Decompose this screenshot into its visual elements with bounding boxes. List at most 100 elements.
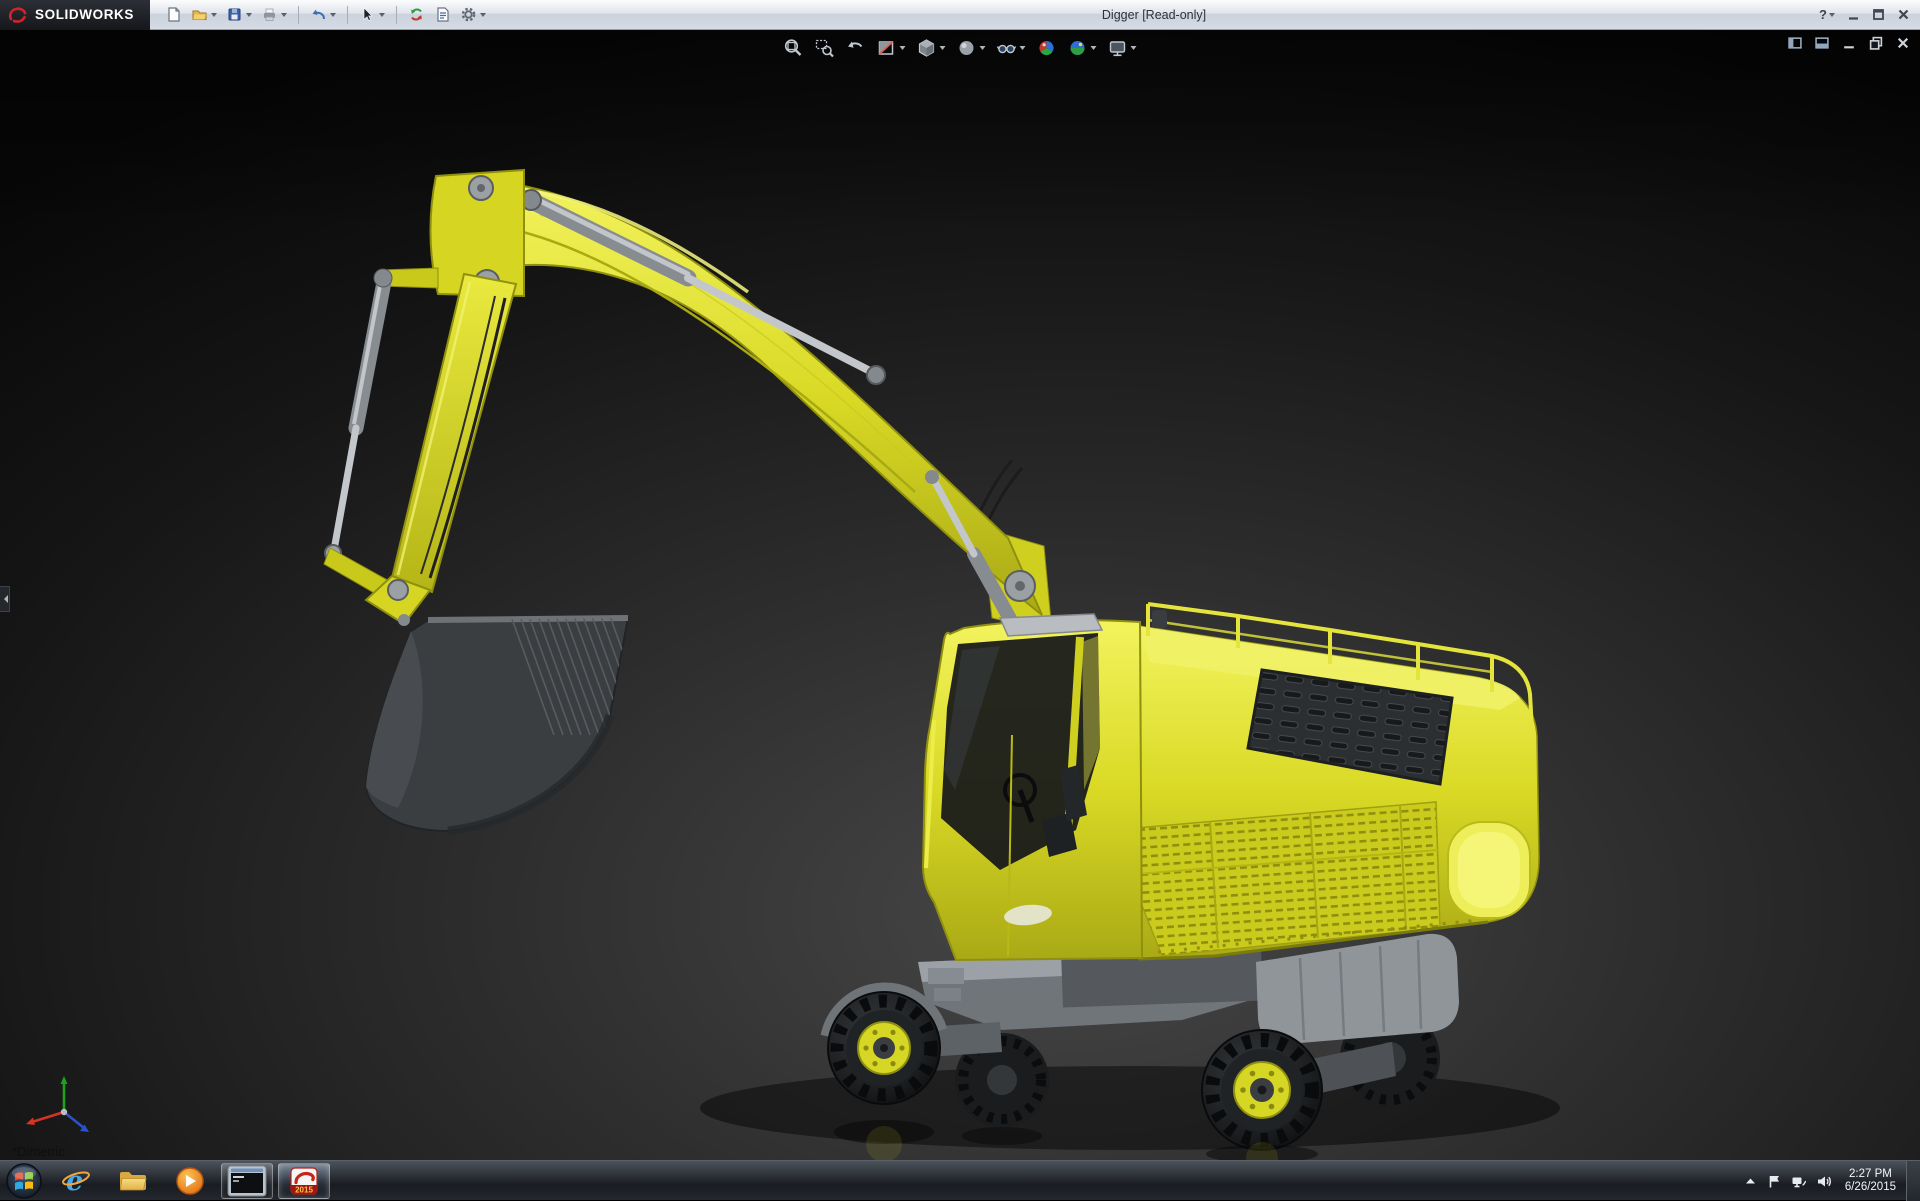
appearance-ball-icon: [1037, 38, 1057, 58]
restore-document-button[interactable]: [1869, 36, 1883, 50]
rebuild-icon: [408, 6, 425, 23]
open-document-button[interactable]: [188, 4, 220, 25]
apply-scene-button[interactable]: [1066, 36, 1099, 60]
x-axis-arrow: [26, 1118, 35, 1126]
save-icon: [226, 6, 243, 23]
section-view-button[interactable]: [875, 36, 908, 60]
help-dropdown[interactable]: [1829, 13, 1835, 17]
windows-start-icon: [5, 1162, 43, 1200]
clock-date: 6/26/2015: [1845, 1181, 1896, 1195]
select-button[interactable]: [356, 4, 388, 25]
graphics-area[interactable]: *Dimetric: [0, 30, 1920, 1160]
file-properties-icon: [434, 6, 451, 23]
volume-icon[interactable]: [1816, 1174, 1832, 1189]
media-player-button[interactable]: [164, 1163, 216, 1199]
glasses-icon: [997, 38, 1017, 58]
view-orientation-button[interactable]: [915, 36, 948, 60]
previous-view-button[interactable]: [844, 36, 868, 60]
internet-explorer-icon: e: [61, 1166, 91, 1196]
maximize-button[interactable]: [1872, 8, 1885, 21]
window-controls: ?: [1819, 7, 1920, 22]
network-icon[interactable]: [1791, 1174, 1807, 1189]
show-desktop-button[interactable]: [1906, 1161, 1920, 1201]
minimize-button[interactable]: [1847, 8, 1860, 21]
toolbar-separator: [347, 6, 348, 24]
print-button[interactable]: [258, 4, 290, 25]
help-glyph: ?: [1819, 7, 1827, 22]
headsup-view-toolbar: [782, 34, 1139, 62]
save-button[interactable]: [223, 4, 255, 25]
cab[interactable]: [923, 614, 1142, 960]
rear-wheel[interactable]: [1202, 1030, 1322, 1150]
taskbar-items: e: [50, 1163, 330, 1199]
previous-view-icon: [846, 38, 866, 58]
zoom-to-fit-icon: [784, 38, 804, 58]
new-document-button[interactable]: [162, 4, 185, 25]
file-properties-button[interactable]: [431, 4, 454, 25]
zoom-to-area-button[interactable]: [813, 36, 837, 60]
command-prompt-icon: [227, 1165, 267, 1197]
svg-text:2015: 2015: [295, 1185, 313, 1194]
help-button[interactable]: ?: [1819, 7, 1835, 22]
document-window-controls: [1788, 36, 1910, 50]
hide-show-items-button[interactable]: [995, 36, 1028, 60]
front-wheel[interactable]: [828, 992, 940, 1104]
show-bottom-pane-icon[interactable]: [1815, 36, 1829, 50]
solidworks-2015-icon: 2015: [289, 1166, 319, 1196]
view-settings-button[interactable]: [1106, 36, 1139, 60]
standard-toolbar: [150, 4, 489, 25]
display-style-button[interactable]: [955, 36, 988, 60]
gear-icon: [460, 6, 477, 23]
solidworks-2015-button[interactable]: 2015: [278, 1163, 330, 1199]
folder-icon: [118, 1168, 148, 1193]
view-orientation-dropdown[interactable]: [940, 46, 946, 50]
open-dropdown[interactable]: [211, 13, 217, 17]
view-orientation-label: *Dimetric: [12, 1144, 65, 1159]
toolbar-separator: [396, 6, 397, 24]
feature-pane-collapse-tab[interactable]: [0, 586, 10, 612]
exhaust: [1152, 610, 1167, 628]
action-center-flag-icon[interactable]: [1767, 1174, 1782, 1189]
reference-triad[interactable]: [22, 1072, 100, 1138]
undo-dropdown[interactable]: [330, 13, 336, 17]
zoom-to-fit-button[interactable]: [782, 36, 806, 60]
media-player-icon: [175, 1166, 205, 1196]
hidden-icons-chevron[interactable]: [1743, 1174, 1758, 1189]
start-button[interactable]: [0, 1161, 48, 1201]
windows-taskbar: e: [0, 1160, 1920, 1200]
3d-scene[interactable]: [0, 30, 1920, 1160]
minimize-document-button[interactable]: [1842, 36, 1856, 50]
internet-explorer-button[interactable]: e: [50, 1163, 102, 1199]
display-style-dropdown[interactable]: [980, 46, 986, 50]
system-tray: 2:27 PM 6/26/2015: [1743, 1161, 1900, 1201]
save-dropdown[interactable]: [246, 13, 252, 17]
step: [928, 968, 964, 984]
view-settings-dropdown[interactable]: [1131, 46, 1137, 50]
chevron-left-icon: [0, 595, 8, 603]
close-document-button[interactable]: [1896, 36, 1910, 50]
solidworks-logo: SOLIDWORKS: [0, 0, 150, 30]
3ds-logo-icon: [8, 6, 28, 24]
view-settings-icon: [1108, 38, 1128, 58]
select-dropdown[interactable]: [379, 13, 385, 17]
options-button[interactable]: [457, 4, 489, 25]
brand-text: SOLIDWORKS: [35, 7, 134, 22]
toolbar-separator: [298, 6, 299, 24]
zoom-to-area-icon: [815, 38, 835, 58]
show-left-pane-icon[interactable]: [1788, 36, 1802, 50]
undo-icon: [310, 6, 327, 23]
select-cursor-icon: [359, 6, 376, 23]
edit-appearance-button[interactable]: [1035, 36, 1059, 60]
file-explorer-button[interactable]: [107, 1163, 159, 1199]
rebuild-button[interactable]: [405, 4, 428, 25]
apply-scene-dropdown[interactable]: [1091, 46, 1097, 50]
command-prompt-button[interactable]: [221, 1163, 273, 1199]
undo-button[interactable]: [307, 4, 339, 25]
step: [934, 988, 961, 1001]
print-dropdown[interactable]: [281, 13, 287, 17]
close-button[interactable]: [1897, 8, 1910, 21]
taskbar-clock[interactable]: 2:27 PM 6/26/2015: [1841, 1168, 1900, 1195]
section-view-dropdown[interactable]: [900, 46, 906, 50]
hide-show-items-dropdown[interactable]: [1020, 46, 1026, 50]
options-dropdown[interactable]: [480, 13, 486, 17]
